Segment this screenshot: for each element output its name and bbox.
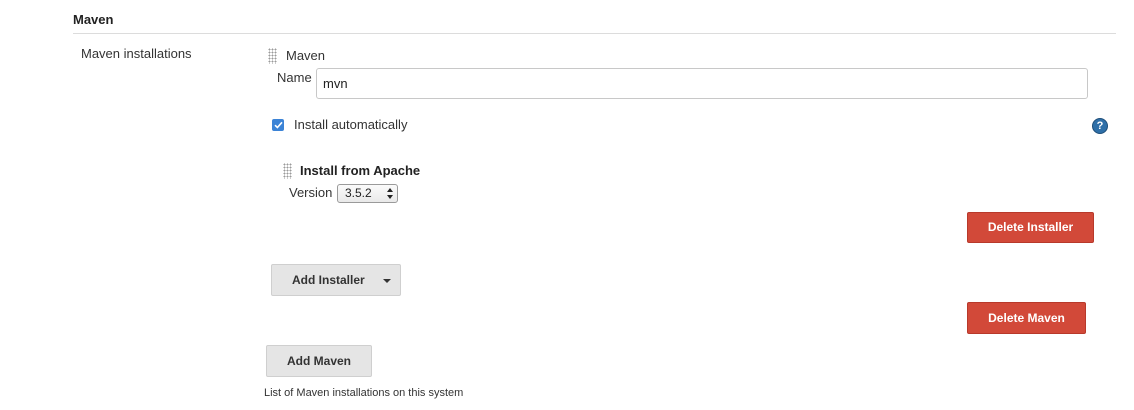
select-arrows-icon xyxy=(387,188,393,199)
maven-installations-description: List of Maven installations on this syst… xyxy=(264,387,464,399)
version-label: Version xyxy=(289,185,333,200)
installer-title: Install from Apache xyxy=(300,163,421,178)
version-selected-value: 3.5.2 xyxy=(345,186,372,200)
help-icon[interactable]: ? xyxy=(1092,118,1108,134)
install-automatically-checkbox[interactable] xyxy=(272,119,284,131)
section-divider xyxy=(73,33,1116,34)
checkmark-icon xyxy=(273,121,283,129)
caret-down-icon xyxy=(383,279,391,283)
previous-section-text xyxy=(262,0,432,2)
version-select[interactable]: 3.5.2 xyxy=(337,184,398,203)
section-title: Maven xyxy=(73,12,114,27)
name-label: Name xyxy=(277,70,312,85)
drag-handle-icon[interactable] xyxy=(283,163,292,179)
delete-maven-button[interactable]: Delete Maven xyxy=(967,302,1086,334)
name-input[interactable] xyxy=(316,68,1088,99)
add-maven-button[interactable]: Add Maven xyxy=(266,345,372,377)
maven-installations-label: Maven installations xyxy=(81,46,192,61)
drag-handle-icon[interactable] xyxy=(268,48,277,64)
maven-block-title: Maven xyxy=(286,48,326,63)
install-automatically-label[interactable]: Install automatically xyxy=(294,117,407,132)
add-installer-button[interactable]: Add Installer xyxy=(271,264,401,296)
delete-installer-button[interactable]: Delete Installer xyxy=(967,212,1094,243)
add-installer-label: Add Installer xyxy=(292,273,365,287)
